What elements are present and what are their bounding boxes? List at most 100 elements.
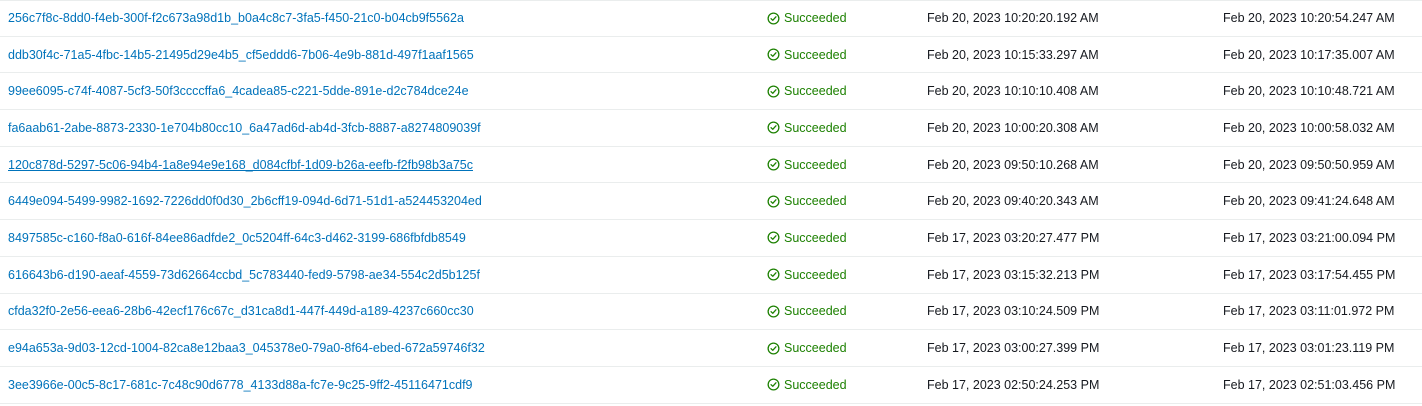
end-time-cell: Feb 20, 2023 10:17:35.007 AM [1223,47,1395,62]
check-circle-icon [767,121,780,134]
table-row: 99ee6095-c74f-4087-5cf3-50f3ccccffa6_4ca… [0,73,1422,111]
execution-name-cell: 99ee6095-c74f-4087-5cf3-50f3ccccffa6_4ca… [8,73,469,109]
check-circle-icon [767,342,780,355]
end-time-cell: Feb 20, 2023 10:20:54.247 AM [1223,11,1395,26]
table-row: e94a653a-9d03-12cd-1004-82ca8e12baa3_045… [0,330,1422,367]
status-label: Succeeded [784,157,847,172]
table-row: 8497585c-c160-f8a0-616f-84ee86adfde2_0c5… [0,220,1422,257]
end-time-cell: Feb 17, 2023 03:21:00.094 PM [1223,230,1396,245]
table-row: 616643b6-d190-aeaf-4559-73d62664ccbd_5c7… [0,257,1422,294]
check-circle-icon [767,195,780,208]
execution-name-link[interactable]: fa6aab61-2abe-8873-2330-1e704b80cc10_6a4… [8,121,481,135]
start-time-cell: Feb 20, 2023 09:50:10.268 AM [927,157,1099,172]
status-cell: Succeeded [767,330,847,366]
executions-table: 256c7f8c-8dd0-f4eb-300f-f2c673a98d1b_b0a… [0,0,1422,406]
check-circle-icon [767,268,780,281]
table-row: ddb30f4c-71a5-4fbc-14b5-21495d29e4b5_cf5… [0,37,1422,74]
status-cell: Succeeded [767,147,847,183]
execution-name-link[interactable]: e94a653a-9d03-12cd-1004-82ca8e12baa3_045… [8,341,485,355]
status-badge: Succeeded [767,11,847,25]
execution-name-link[interactable]: 99ee6095-c74f-4087-5cf3-50f3ccccffa6_4ca… [8,84,469,98]
table-row: cfda32f0-2e56-eea6-28b6-42ecf176c67c_d31… [0,294,1422,331]
status-label: Succeeded [784,47,847,62]
execution-name-link[interactable]: ddb30f4c-71a5-4fbc-14b5-21495d29e4b5_cf5… [8,48,474,62]
check-circle-icon [767,158,780,171]
execution-name-cell: 3ee3966e-00c5-8c17-681c-7c48c90d6778_413… [8,367,473,403]
status-cell: Succeeded [767,294,847,330]
execution-name-link[interactable]: 6449e094-5499-9982-1692-7226dd0f0d30_2b6… [8,194,482,208]
status-cell: Succeeded [767,367,847,403]
check-circle-icon [767,231,780,244]
status-badge: Succeeded [767,158,847,172]
status-badge: Succeeded [767,194,847,208]
status-label: Succeeded [784,304,847,319]
status-cell: Succeeded [767,1,847,36]
execution-name-cell: 8497585c-c160-f8a0-616f-84ee86adfde2_0c5… [8,220,466,256]
status-badge: Succeeded [767,48,847,62]
status-cell: Succeeded [767,183,847,219]
execution-name-cell: ddb30f4c-71a5-4fbc-14b5-21495d29e4b5_cf5… [8,37,474,73]
execution-name-link[interactable]: 3ee3966e-00c5-8c17-681c-7c48c90d6778_413… [8,378,473,392]
execution-name-link[interactable]: 616643b6-d190-aeaf-4559-73d62664ccbd_5c7… [8,268,480,282]
start-time-cell: Feb 20, 2023 09:40:20.343 AM [927,194,1099,209]
end-time-cell: Feb 20, 2023 09:50:50.959 AM [1223,157,1395,172]
start-time-cell: Feb 17, 2023 03:15:32.213 PM [927,267,1100,282]
table-row: 256c7f8c-8dd0-f4eb-300f-f2c673a98d1b_b0a… [0,0,1422,37]
execution-name-link[interactable]: 8497585c-c160-f8a0-616f-84ee86adfde2_0c5… [8,231,466,245]
status-cell: Succeeded [767,110,847,146]
status-label: Succeeded [784,194,847,209]
start-time-cell: Feb 17, 2023 02:50:24.253 PM [927,377,1100,392]
status-badge: Succeeded [767,121,847,135]
status-badge: Succeeded [767,268,847,282]
table-row: 3ee3966e-00c5-8c17-681c-7c48c90d6778_413… [0,367,1422,404]
start-time-cell: Feb 20, 2023 10:15:33.297 AM [927,47,1099,62]
execution-name-cell: 256c7f8c-8dd0-f4eb-300f-f2c673a98d1b_b0a… [8,1,464,36]
end-time-cell: Feb 17, 2023 03:17:54.455 PM [1223,267,1396,282]
start-time-cell: Feb 20, 2023 10:20:20.192 AM [927,11,1099,26]
status-cell: Succeeded [767,73,847,109]
status-cell: Succeeded [767,37,847,73]
status-cell: Succeeded [767,257,847,293]
execution-name-link[interactable]: cfda32f0-2e56-eea6-28b6-42ecf176c67c_d31… [8,304,474,318]
end-time-cell: Feb 20, 2023 10:00:58.032 AM [1223,120,1395,135]
execution-name-cell: 120c878d-5297-5c06-94b4-1a8e94e9e168_d08… [8,147,473,183]
status-label: Succeeded [784,84,847,99]
table-row: 120c878d-5297-5c06-94b4-1a8e94e9e168_d08… [0,147,1422,184]
status-label: Succeeded [784,377,847,392]
table-row: fa6aab61-2abe-8873-2330-1e704b80cc10_6a4… [0,110,1422,147]
check-circle-icon [767,48,780,61]
status-badge: Succeeded [767,378,847,392]
status-badge: Succeeded [767,84,847,98]
execution-name-link[interactable]: 120c878d-5297-5c06-94b4-1a8e94e9e168_d08… [8,158,473,172]
status-badge: Succeeded [767,341,847,355]
status-label: Succeeded [784,341,847,356]
status-label: Succeeded [784,267,847,282]
execution-name-link[interactable]: 256c7f8c-8dd0-f4eb-300f-f2c673a98d1b_b0a… [8,11,464,25]
check-circle-icon [767,12,780,25]
end-time-cell: Feb 17, 2023 02:51:03.456 PM [1223,377,1396,392]
table-row: 6449e094-5499-9982-1692-7226dd0f0d30_2b6… [0,183,1422,221]
start-time-cell: Feb 17, 2023 03:20:27.477 PM [927,230,1100,245]
status-cell: Succeeded [767,220,847,256]
execution-name-cell: e94a653a-9d03-12cd-1004-82ca8e12baa3_045… [8,330,485,366]
start-time-cell: Feb 17, 2023 03:00:27.399 PM [927,341,1100,356]
end-time-cell: Feb 20, 2023 09:41:24.648 AM [1223,194,1395,209]
status-badge: Succeeded [767,231,847,245]
execution-name-cell: 616643b6-d190-aeaf-4559-73d62664ccbd_5c7… [8,257,480,293]
execution-name-cell: 6449e094-5499-9982-1692-7226dd0f0d30_2b6… [8,183,482,219]
execution-name-cell: cfda32f0-2e56-eea6-28b6-42ecf176c67c_d31… [8,294,474,330]
status-label: Succeeded [784,11,847,26]
check-circle-icon [767,85,780,98]
execution-name-cell: fa6aab61-2abe-8873-2330-1e704b80cc10_6a4… [8,110,481,146]
end-time-cell: Feb 17, 2023 03:01:23.119 PM [1223,341,1395,356]
status-label: Succeeded [784,120,847,135]
end-time-cell: Feb 17, 2023 03:11:01.972 PM [1223,304,1395,319]
start-time-cell: Feb 20, 2023 10:10:10.408 AM [927,84,1099,99]
status-label: Succeeded [784,230,847,245]
end-time-cell: Feb 20, 2023 10:10:48.721 AM [1223,84,1395,99]
start-time-cell: Feb 20, 2023 10:00:20.308 AM [927,120,1099,135]
start-time-cell: Feb 17, 2023 03:10:24.509 PM [927,304,1100,319]
check-circle-icon [767,378,780,391]
status-badge: Succeeded [767,304,847,318]
check-circle-icon [767,305,780,318]
